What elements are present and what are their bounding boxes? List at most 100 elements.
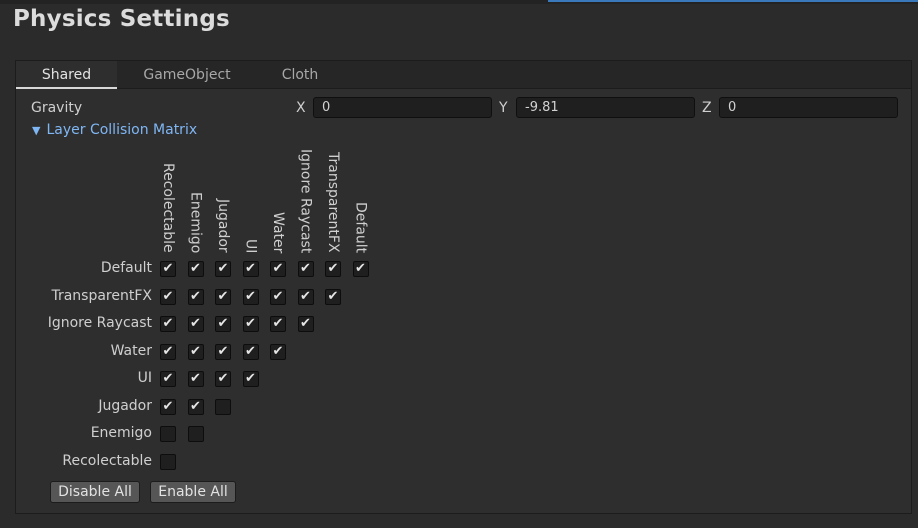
checkmark-icon: ✔: [217, 316, 229, 331]
checkmark-icon: ✔: [327, 261, 339, 276]
collision-checkbox[interactable]: ✔: [187, 343, 204, 360]
tab-bar: Shared GameObject Cloth: [16, 61, 911, 89]
checkmark-icon: ✔: [245, 371, 256, 386]
checkmark-icon: ✔: [217, 371, 229, 386]
collision-checkbox[interactable]: ✔: [297, 316, 314, 332]
checkmark-icon: ✔: [300, 316, 311, 331]
checkmark-icon: ✔: [190, 316, 201, 331]
collision-checkbox[interactable]: ✔: [160, 343, 176, 360]
collision-checkbox[interactable]: ✔: [160, 288, 176, 305]
layer-collision-matrix-foldout[interactable]: ▼ Layer Collision Matrix: [32, 122, 197, 138]
matrix-row-label: Default: [100, 260, 152, 276]
checkmark-icon: ✔: [272, 343, 284, 359]
collision-checkbox[interactable]: ✔: [325, 261, 341, 277]
collision-checkbox[interactable]: ✔: [270, 343, 286, 360]
active-tab-accent: [548, 0, 918, 2]
matrix-column-label: Jugador: [215, 199, 231, 253]
matrix-row-label: UI: [137, 370, 152, 386]
collision-checkbox[interactable]: ✔: [160, 371, 176, 387]
settings-panel: Shared GameObject Cloth Gravity X Y Z ▼ L…: [15, 60, 912, 514]
top-strip: [0, 0, 918, 4]
collision-checkbox[interactable]: ✔: [352, 261, 369, 277]
matrix-row-label: Jugador: [98, 397, 152, 414]
checkmark-icon: ✔: [190, 343, 201, 359]
collision-checkbox[interactable]: ✔: [242, 371, 259, 387]
collision-checkbox[interactable]: ✔: [270, 288, 286, 305]
collision-checkbox[interactable]: ✔: [242, 316, 259, 332]
checkmark-icon: ✔: [272, 288, 284, 304]
checkmark-icon: ✔: [162, 371, 174, 386]
collision-checkbox[interactable]: ✔: [215, 316, 231, 332]
matrix-row-label: Ignore Raycast: [47, 315, 152, 331]
disable-all-button[interactable]: Disable All: [50, 481, 140, 503]
matrix-column-label: Default: [352, 202, 369, 254]
collision-checkbox[interactable]: ✔: [187, 261, 204, 277]
collision-checkbox[interactable]: ✔: [242, 261, 259, 277]
foldout-label: Layer Collision Matrix: [46, 122, 198, 138]
matrix-row-label: Enemigo: [90, 425, 152, 441]
collision-checkbox[interactable]: ✔: [215, 371, 231, 387]
collision-checkbox[interactable]: ✔: [297, 261, 314, 277]
gravity-x-label[interactable]: X: [296, 100, 306, 116]
tab-gameobject[interactable]: GameObject: [120, 61, 254, 89]
checkmark-icon: ✔: [190, 288, 201, 304]
collision-checkbox[interactable]: ✔: [160, 261, 176, 277]
collision-checkbox[interactable]: ✔: [325, 288, 341, 305]
checkmark-icon: ✔: [162, 316, 174, 331]
collision-checkbox[interactable]: ✔: [270, 316, 286, 332]
collision-checkbox[interactable]: ✔: [242, 343, 259, 360]
enable-all-button[interactable]: Enable All: [150, 481, 236, 503]
matrix-column-label: Ignore Raycast: [297, 149, 314, 254]
collision-checkbox[interactable]: ✔: [270, 261, 286, 277]
gravity-x-field[interactable]: [313, 97, 492, 118]
checkmark-icon: ✔: [162, 398, 174, 414]
matrix-column-label: TransparentFX: [325, 152, 341, 253]
collision-checkbox[interactable]: ✔: [242, 288, 259, 305]
gravity-label: Gravity: [31, 100, 83, 116]
checkmark-icon: ✔: [245, 261, 256, 276]
matrix-row-label: TransparentFX: [51, 287, 152, 304]
checkmark-icon: ✔: [245, 343, 256, 359]
collision-checkbox[interactable]: ✔: [160, 316, 176, 332]
checkmark-icon: ✔: [190, 371, 201, 386]
checkmark-icon: ✔: [272, 261, 284, 276]
checkmark-icon: ✔: [217, 288, 229, 304]
checkmark-icon: ✔: [162, 343, 174, 359]
collision-checkbox[interactable]: ✔: [160, 398, 176, 415]
matrix-row-label: Water: [110, 342, 152, 359]
collision-checkbox[interactable]: ✔: [215, 261, 231, 277]
page-title: Physics Settings: [13, 6, 230, 32]
checkmark-icon: ✔: [217, 343, 229, 359]
collision-checkbox[interactable]: ✔: [187, 316, 204, 332]
collision-checkbox[interactable]: [215, 398, 231, 415]
tab-shared[interactable]: Shared: [16, 61, 117, 89]
collision-checkbox[interactable]: ✔: [187, 398, 204, 415]
collision-checkbox[interactable]: ✔: [297, 288, 314, 305]
collision-checkbox[interactable]: ✔: [187, 371, 204, 387]
foldout-triangle-icon: ▼: [32, 124, 41, 137]
collision-checkbox[interactable]: ✔: [187, 288, 204, 305]
matrix-column-label: Enemigo: [187, 192, 204, 254]
checkmark-icon: ✔: [272, 316, 284, 331]
collision-checkbox[interactable]: [160, 426, 176, 442]
matrix-column-label: Recolectable: [160, 163, 176, 253]
collision-checkbox[interactable]: ✔: [215, 288, 231, 305]
tab-cloth[interactable]: Cloth: [258, 61, 342, 89]
collision-checkbox[interactable]: [187, 426, 204, 442]
checkmark-icon: ✔: [300, 288, 311, 304]
matrix-column-label: UI: [242, 239, 259, 254]
checkmark-icon: ✔: [162, 261, 174, 276]
gravity-y-field[interactable]: [516, 97, 695, 118]
collision-checkbox[interactable]: ✔: [215, 343, 231, 360]
checkmark-icon: ✔: [190, 261, 201, 276]
checkmark-icon: ✔: [190, 398, 201, 414]
checkmark-icon: ✔: [355, 261, 366, 276]
checkmark-icon: ✔: [245, 288, 256, 304]
gravity-y-label[interactable]: Y: [499, 100, 508, 116]
collision-checkbox[interactable]: [160, 453, 176, 470]
matrix-column-label: Water: [270, 212, 286, 254]
checkmark-icon: ✔: [327, 288, 339, 304]
gravity-z-label[interactable]: Z: [702, 100, 712, 116]
gravity-z-field[interactable]: [719, 97, 898, 118]
checkmark-icon: ✔: [300, 261, 311, 276]
